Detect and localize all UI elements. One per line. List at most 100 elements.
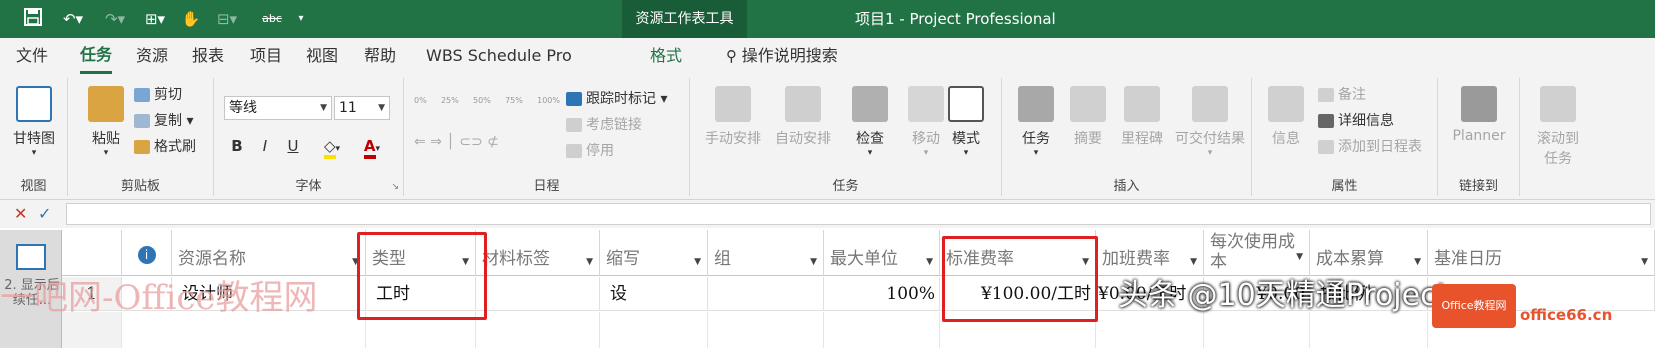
header-resource-name-label: 资源名称 — [178, 249, 246, 269]
font-size-combo[interactable]: 11 ▼ — [334, 96, 390, 120]
header-material-label-text: 材料标签 — [482, 249, 550, 269]
tab-wbs-schedule-pro[interactable]: WBS Schedule Pro — [426, 38, 572, 74]
inactivate-button[interactable]: 停用 — [566, 140, 614, 162]
tab-format[interactable]: 格式 — [650, 38, 682, 74]
respect-links-button[interactable]: 考虑链接 — [566, 114, 642, 136]
header-overtime-rate-label: 加班费率 — [1102, 249, 1170, 269]
watermark-site: office66.cn — [1520, 306, 1613, 324]
empty-cell[interactable] — [1204, 312, 1310, 348]
material-label-cell[interactable] — [476, 277, 600, 311]
percent-0-button[interactable]: 0% — [414, 96, 427, 118]
percent-75-button[interactable]: 75% — [505, 96, 523, 118]
italic-button[interactable]: I — [252, 134, 278, 158]
scroll-to-task-label: 任务 — [1544, 151, 1572, 166]
font-color-button[interactable]: A▾ — [354, 134, 390, 159]
watermark-left: 一吧网-Office教程网 — [0, 278, 318, 318]
planner-label: Planner — [1452, 128, 1506, 144]
chevron-down-icon: ▼ — [320, 103, 327, 113]
group-insert-label: 插入 — [1113, 179, 1140, 194]
header-max-units[interactable]: 最大单位 ▼ — [824, 230, 940, 276]
auto-schedule-button[interactable]: 自动安排 — [768, 84, 838, 166]
undo-icon[interactable]: ↶▾ — [58, 8, 88, 30]
inspect-button[interactable]: 检查 ▾ — [840, 84, 900, 166]
redo-icon[interactable]: ↷▾ — [100, 8, 130, 30]
view-icon[interactable]: ⊞▾ — [138, 8, 172, 30]
deliverable-button[interactable]: 可交付结果 ▾ — [1168, 84, 1252, 166]
scroll-to-task-button[interactable]: 滚动到 任务 — [1528, 84, 1588, 166]
tab-help[interactable]: 帮助 — [364, 38, 396, 74]
header-base-calendar[interactable]: 基准日历 ▼ — [1428, 230, 1655, 276]
information-button[interactable]: 信息 — [1256, 84, 1316, 166]
highlight-box-type — [357, 232, 487, 320]
tell-me-search[interactable]: ⚲ 操作说明搜索 — [726, 38, 838, 74]
ribbon-tabs: 文件 任务 资源 报表 项目 视图 帮助 WBS Schedule Pro 格式… — [0, 38, 1655, 74]
track-marker-button[interactable]: 跟踪时标记 ▾ — [566, 88, 667, 110]
empty-cell[interactable] — [824, 312, 940, 348]
spell-icon[interactable]: abc — [256, 8, 288, 30]
summary-button[interactable]: 摘要 — [1058, 84, 1118, 166]
add-to-timeline-button[interactable]: 添加到日程表 — [1318, 136, 1422, 158]
copy-icon — [134, 114, 150, 128]
paste-label: 粘贴 — [92, 131, 120, 147]
fill-color-button[interactable]: ◇▾ — [314, 134, 350, 159]
touch-icon[interactable]: ✋ — [180, 8, 202, 30]
initials-cell[interactable]: 设 — [600, 277, 708, 311]
manual-schedule-button[interactable]: 手动安排 — [698, 84, 768, 166]
entry-input[interactable] — [66, 203, 1651, 225]
cut-label: 剪切 — [154, 87, 182, 103]
empty-cell[interactable] — [476, 312, 600, 348]
font-name-combo[interactable]: 等线 ▼ — [224, 96, 332, 120]
chevron-down-icon: ▼ — [378, 103, 385, 113]
planner-button[interactable]: Planner — [1444, 84, 1514, 166]
pin-icon — [715, 86, 751, 122]
paint-bucket-icon: ◇ — [323, 137, 336, 159]
office-logo-watermark: Office教程网 — [1432, 284, 1516, 328]
underline-button[interactable]: U — [280, 134, 306, 158]
header-group[interactable]: 组 ▼ — [708, 230, 824, 276]
cancel-entry-icon[interactable]: ✕ — [14, 204, 27, 223]
bold-button[interactable]: B — [224, 134, 250, 158]
track-label: 跟踪时标记 — [586, 91, 656, 107]
group-cell[interactable] — [708, 277, 824, 311]
customize-icon[interactable]: ▾ — [294, 8, 308, 30]
tab-project[interactable]: 项目 — [250, 38, 282, 74]
header-material-label[interactable]: 材料标签 ▼ — [476, 230, 600, 276]
tab-task[interactable]: 任务 — [80, 38, 113, 74]
insert-task-button[interactable]: 任务 ▾ — [1006, 84, 1066, 166]
group-clipboard-label: 剪贴板 — [120, 179, 160, 194]
dialog-launcher-icon[interactable]: ↘ — [391, 182, 399, 192]
accept-entry-icon[interactable]: ✓ — [38, 204, 51, 223]
paste-icon — [88, 86, 124, 122]
percent-50-button[interactable]: 50% — [473, 96, 491, 118]
header-cost-per-use-label: 每次使用成本 — [1210, 232, 1295, 272]
header-base-calendar-label: 基准日历 — [1434, 249, 1502, 269]
mode-label: 模式 — [952, 131, 980, 147]
summary-label: 摘要 — [1074, 131, 1102, 147]
inspect-label: 检查 — [856, 131, 884, 147]
copy-button[interactable]: 复制 ▾ — [134, 110, 193, 132]
save-icon[interactable] — [22, 8, 44, 30]
tab-report[interactable]: 报表 — [192, 38, 224, 74]
notes-button[interactable]: 备注 — [1318, 84, 1366, 106]
format-painter-button[interactable]: 格式刷 — [134, 136, 196, 158]
group-view-label: 视图 — [20, 179, 47, 194]
mode-button[interactable]: 模式 ▾ — [936, 84, 996, 166]
percent-25-button[interactable]: 25% — [441, 96, 459, 118]
outline-icon[interactable]: ⊟▾ — [212, 8, 242, 30]
header-initials[interactable]: 缩写 ▼ — [600, 230, 708, 276]
empty-cell[interactable] — [708, 312, 824, 348]
group-tasks-label: 任务 — [832, 179, 859, 194]
empty-cell[interactable] — [1096, 312, 1204, 348]
empty-cell[interactable] — [1310, 312, 1428, 348]
cut-button[interactable]: 剪切 — [134, 84, 182, 106]
gantt-chart-button[interactable]: 甘特图 ▾ — [4, 84, 64, 166]
empty-cell[interactable] — [600, 312, 708, 348]
paste-button[interactable]: 粘贴 ▾ — [76, 84, 136, 166]
milestone-button[interactable]: 里程碑 — [1112, 84, 1172, 166]
tab-view[interactable]: 视图 — [306, 38, 338, 74]
tab-resource[interactable]: 资源 — [136, 38, 168, 74]
percent-100-button[interactable]: 100% — [537, 96, 560, 118]
tab-file[interactable]: 文件 — [16, 38, 48, 74]
max-units-cell[interactable]: 100% — [824, 277, 940, 311]
details-button[interactable]: 详细信息 — [1318, 110, 1394, 132]
